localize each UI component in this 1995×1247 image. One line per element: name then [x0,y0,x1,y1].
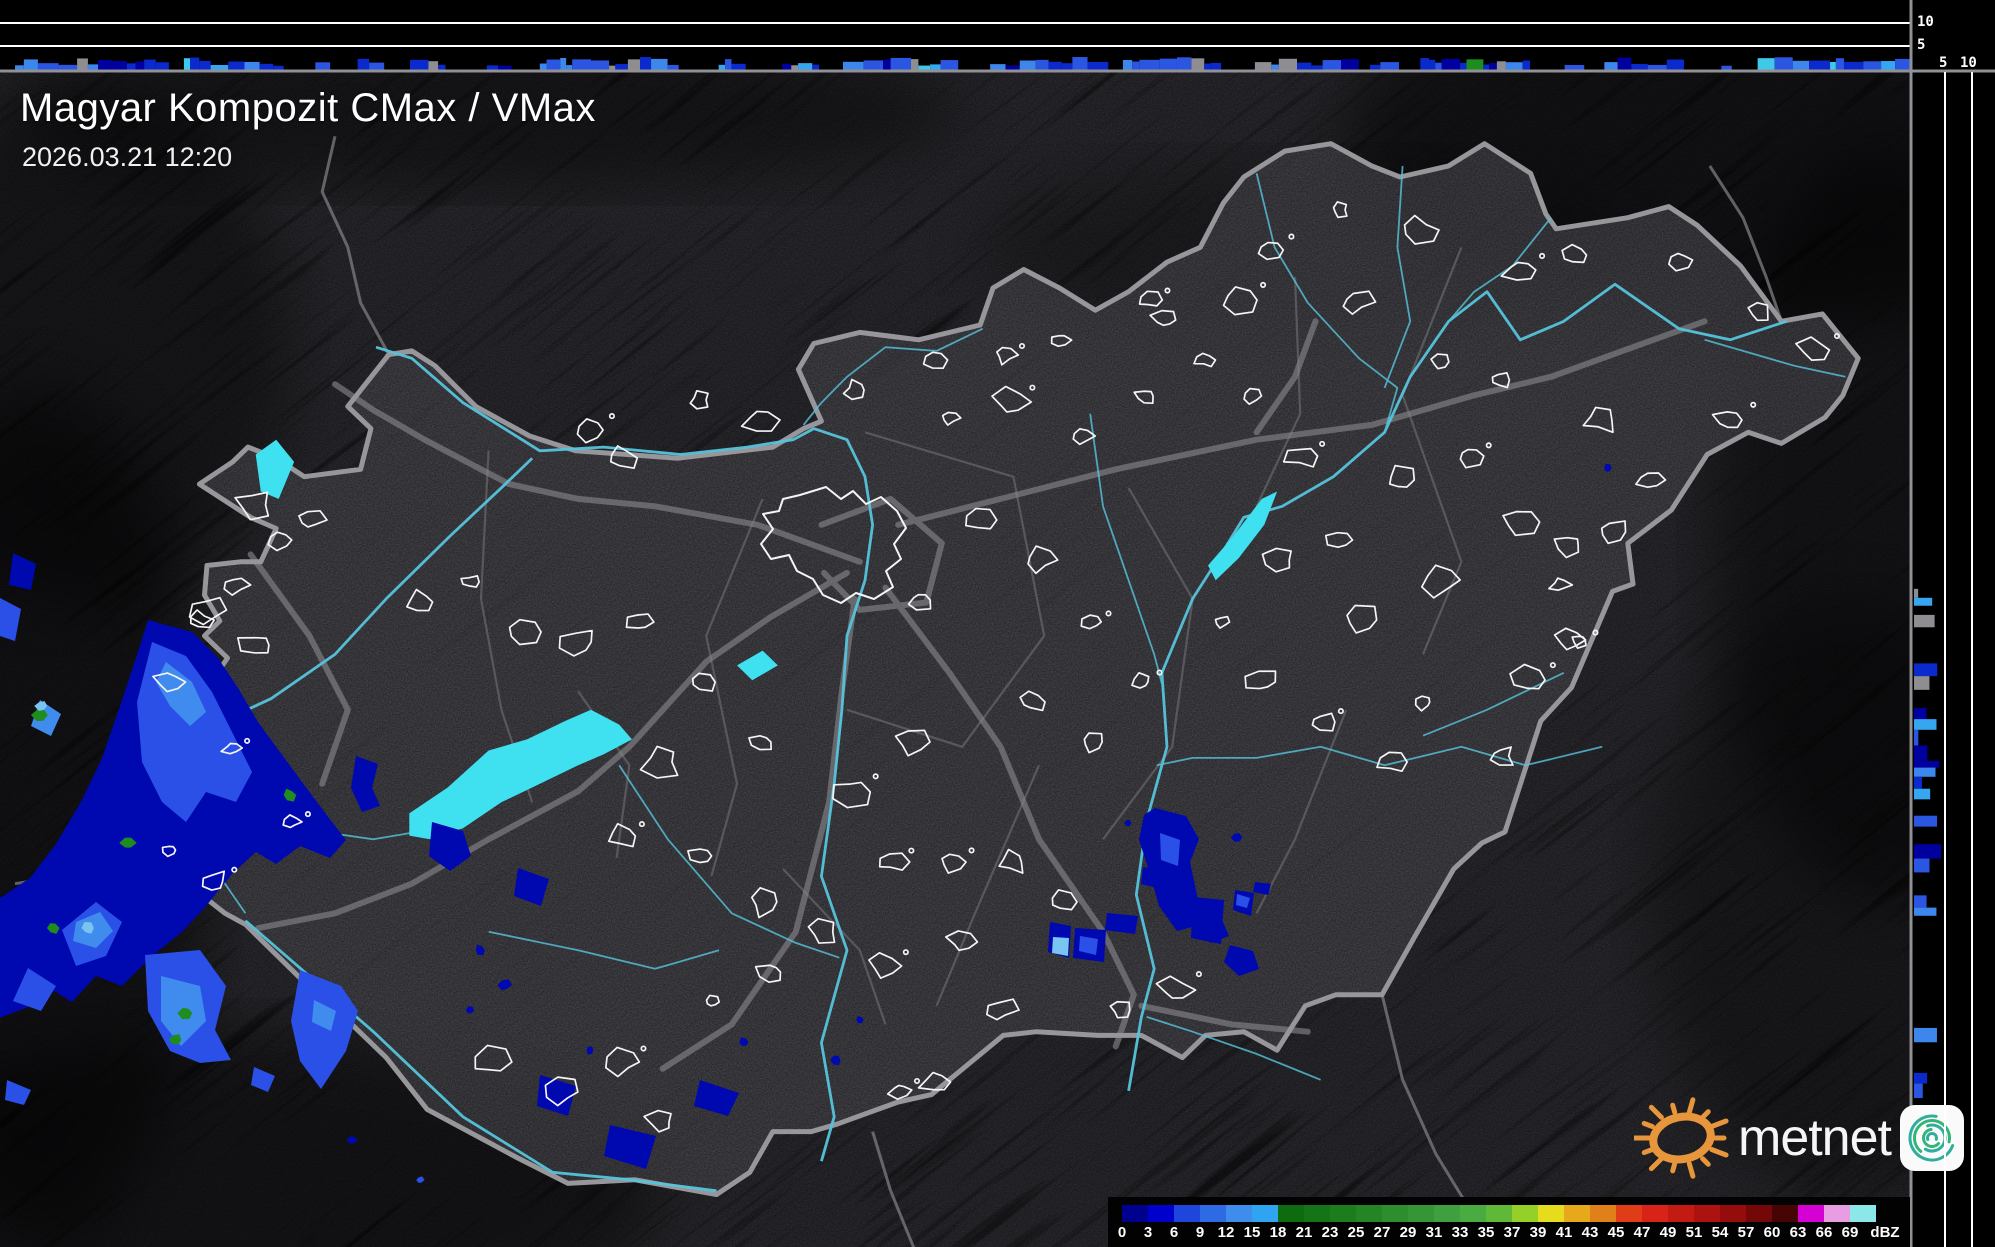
legend-color-box-33 [1460,1205,1486,1222]
legend-label-41: 41 [1555,1224,1573,1241]
legend-color-box-29 [1408,1205,1434,1222]
dbz-legend: 0 3 6 9 12 15 18 21 23 25 27 29 31 33 35 37 39 41 43 45 47 49… [1108,1197,1910,1247]
radar-composite-screen: Magyar Kompozit CMax / VMax 2026.03.21 1… [0,0,1995,1247]
legend-color-box-37 [1512,1205,1538,1222]
legend-label-23: 23 [1321,1224,1339,1241]
legend-label-31: 31 [1425,1224,1443,1241]
right-profile-gridline-5 [1944,72,1946,1247]
legend-color-box-66 [1824,1205,1850,1222]
legend-color-box-25 [1356,1205,1382,1222]
legend-color-box-63 [1798,1205,1824,1222]
legend-label-6: 6 [1169,1224,1179,1241]
legend-color-box-6 [1174,1205,1200,1222]
legend-label-66: 66 [1815,1224,1833,1241]
legend-label-15: 15 [1243,1224,1261,1241]
legend-color-box-9 [1200,1205,1226,1222]
legend-unit-label: dBZ [1870,1224,1900,1241]
legend-color-box-54 [1720,1205,1746,1222]
legend-label-18: 18 [1269,1224,1287,1241]
legend-label-9: 9 [1195,1224,1205,1241]
legend-label-3: 3 [1143,1224,1153,1241]
legend-color-box-57 [1746,1205,1772,1222]
legend-color-box-15 [1252,1205,1278,1222]
legend-color-box-43 [1590,1205,1616,1222]
legend-label-21: 21 [1295,1224,1313,1241]
legend-label-54: 54 [1711,1224,1729,1241]
legend-color-box-12 [1226,1205,1252,1222]
legend-label-0: 0 [1117,1224,1127,1241]
legend-label-60: 60 [1763,1224,1781,1241]
legend-label-49: 49 [1659,1224,1677,1241]
timestamp: 2026.03.21 12:20 [22,142,233,172]
radar-map [0,0,1995,1247]
legend-color-box-49 [1668,1205,1694,1222]
logo-text: metnet [1738,1109,1892,1167]
legend-color-box-23 [1330,1205,1356,1222]
right-profile-gridline-10 [1971,72,1973,1247]
metnet-app-icon [1899,1105,1964,1171]
right-profile-axis-label-5: 5 [1939,55,1948,71]
legend-label-45: 45 [1607,1224,1625,1241]
legend-label-47: 47 [1633,1224,1651,1241]
legend-color-box-18 [1278,1205,1304,1222]
legend-color-box-39 [1538,1205,1564,1222]
legend-color-box-21 [1304,1205,1330,1222]
legend-label-39: 39 [1529,1224,1547,1241]
legend-label-35: 35 [1477,1224,1495,1241]
legend-color-box-31 [1434,1205,1460,1222]
legend-label-37: 37 [1503,1224,1521,1241]
top-profile-axis-label-10: 10 [1917,14,1934,30]
legend-label-27: 27 [1373,1224,1391,1241]
legend-label-51: 51 [1685,1224,1703,1241]
legend-color-box-0 [1122,1205,1148,1222]
legend-color-box-41 [1564,1205,1590,1222]
top-profile-axis-label-5: 5 [1917,37,1926,53]
legend-label-57: 57 [1737,1224,1755,1241]
right-profile-axis-label-10: 10 [1960,55,1977,71]
sun-icon [1634,1097,1729,1179]
legend-label-12: 12 [1217,1224,1235,1241]
legend-color-box-3 [1148,1205,1174,1222]
legend-label-63: 63 [1789,1224,1807,1241]
page-title: Magyar Kompozit CMax / VMax [20,86,596,130]
legend-color-box-60 [1772,1205,1798,1222]
legend-color-box-47 [1642,1205,1668,1222]
legend-color-box-69 [1850,1205,1876,1222]
legend-label-43: 43 [1581,1224,1599,1241]
metnet-logo: metnet [1634,1088,1965,1188]
legend-label-25: 25 [1347,1224,1365,1241]
legend-label-29: 29 [1399,1224,1417,1241]
dbz-color-bar [1122,1205,1876,1222]
legend-label-33: 33 [1451,1224,1469,1241]
top-profile-strip [0,0,1995,71]
legend-color-box-27 [1382,1205,1408,1222]
legend-color-box-51 [1694,1205,1720,1222]
legend-color-box-45 [1616,1205,1642,1222]
legend-label-69: 69 [1841,1224,1859,1241]
legend-color-box-35 [1486,1205,1512,1222]
